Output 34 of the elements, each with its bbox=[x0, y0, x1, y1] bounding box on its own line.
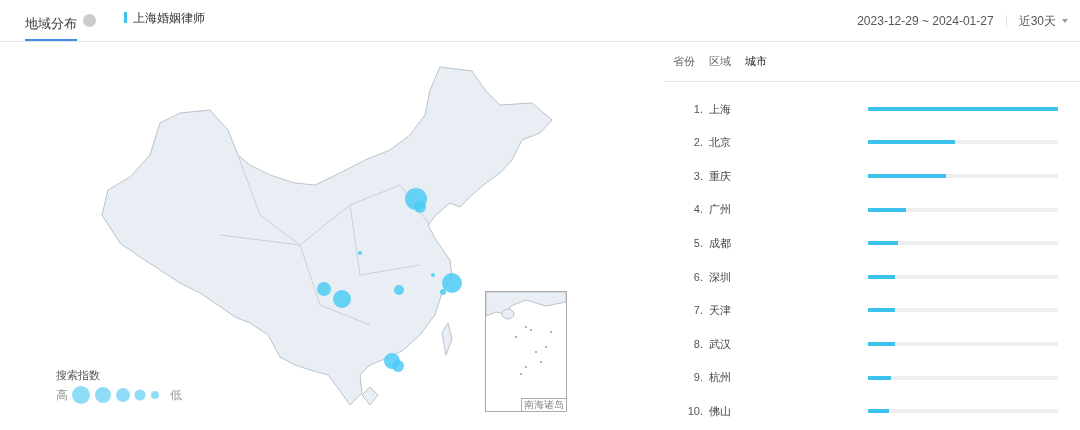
rank-number: 7. bbox=[692, 303, 704, 319]
city-name: 深圳 bbox=[709, 269, 732, 285]
keyword-label: 上海婚姻律师 bbox=[133, 9, 205, 27]
city-name: 上海 bbox=[709, 101, 732, 117]
rank-number: 3. bbox=[692, 168, 704, 184]
scope-tab[interactable]: 城市 bbox=[745, 53, 767, 70]
rank-number: 9. bbox=[692, 370, 704, 386]
scope-tab[interactable]: 区域 bbox=[709, 53, 731, 70]
legend-high-label: 高 bbox=[56, 386, 68, 404]
rank-number: 10. bbox=[686, 403, 704, 419]
city-name: 北京 bbox=[709, 135, 732, 151]
scope-tab[interactable]: 省份 bbox=[673, 53, 695, 70]
help-icon[interactable] bbox=[83, 14, 96, 27]
rank-number: 5. bbox=[692, 235, 704, 251]
city-name: 佛山 bbox=[709, 403, 732, 419]
keyword-marker bbox=[124, 12, 127, 23]
rank-number: 4. bbox=[692, 202, 704, 218]
inset-label: 南海诸岛 bbox=[521, 398, 566, 411]
rank-number: 2. bbox=[692, 135, 704, 151]
period-dropdown[interactable]: 近30天 bbox=[1018, 11, 1068, 30]
rank-number: 6. bbox=[692, 269, 704, 285]
legend-title: 搜索指数 bbox=[56, 368, 101, 383]
caret-icon bbox=[1062, 18, 1068, 23]
rank-number: 1. bbox=[692, 101, 704, 117]
city-name: 成都 bbox=[709, 235, 732, 251]
legend-low-label: 低 bbox=[170, 386, 182, 404]
city-name: 天津 bbox=[709, 303, 732, 319]
city-name: 武汉 bbox=[709, 336, 732, 352]
city-name: 重庆 bbox=[709, 168, 732, 184]
city-name: 广州 bbox=[709, 202, 732, 218]
city-name: 杭州 bbox=[709, 370, 732, 386]
tab[interactable]: 地域分布 bbox=[25, 13, 77, 41]
date-range: 2023-12-29 ~ 2024-01-27 bbox=[857, 12, 994, 30]
rank-number: 8. bbox=[692, 336, 704, 352]
